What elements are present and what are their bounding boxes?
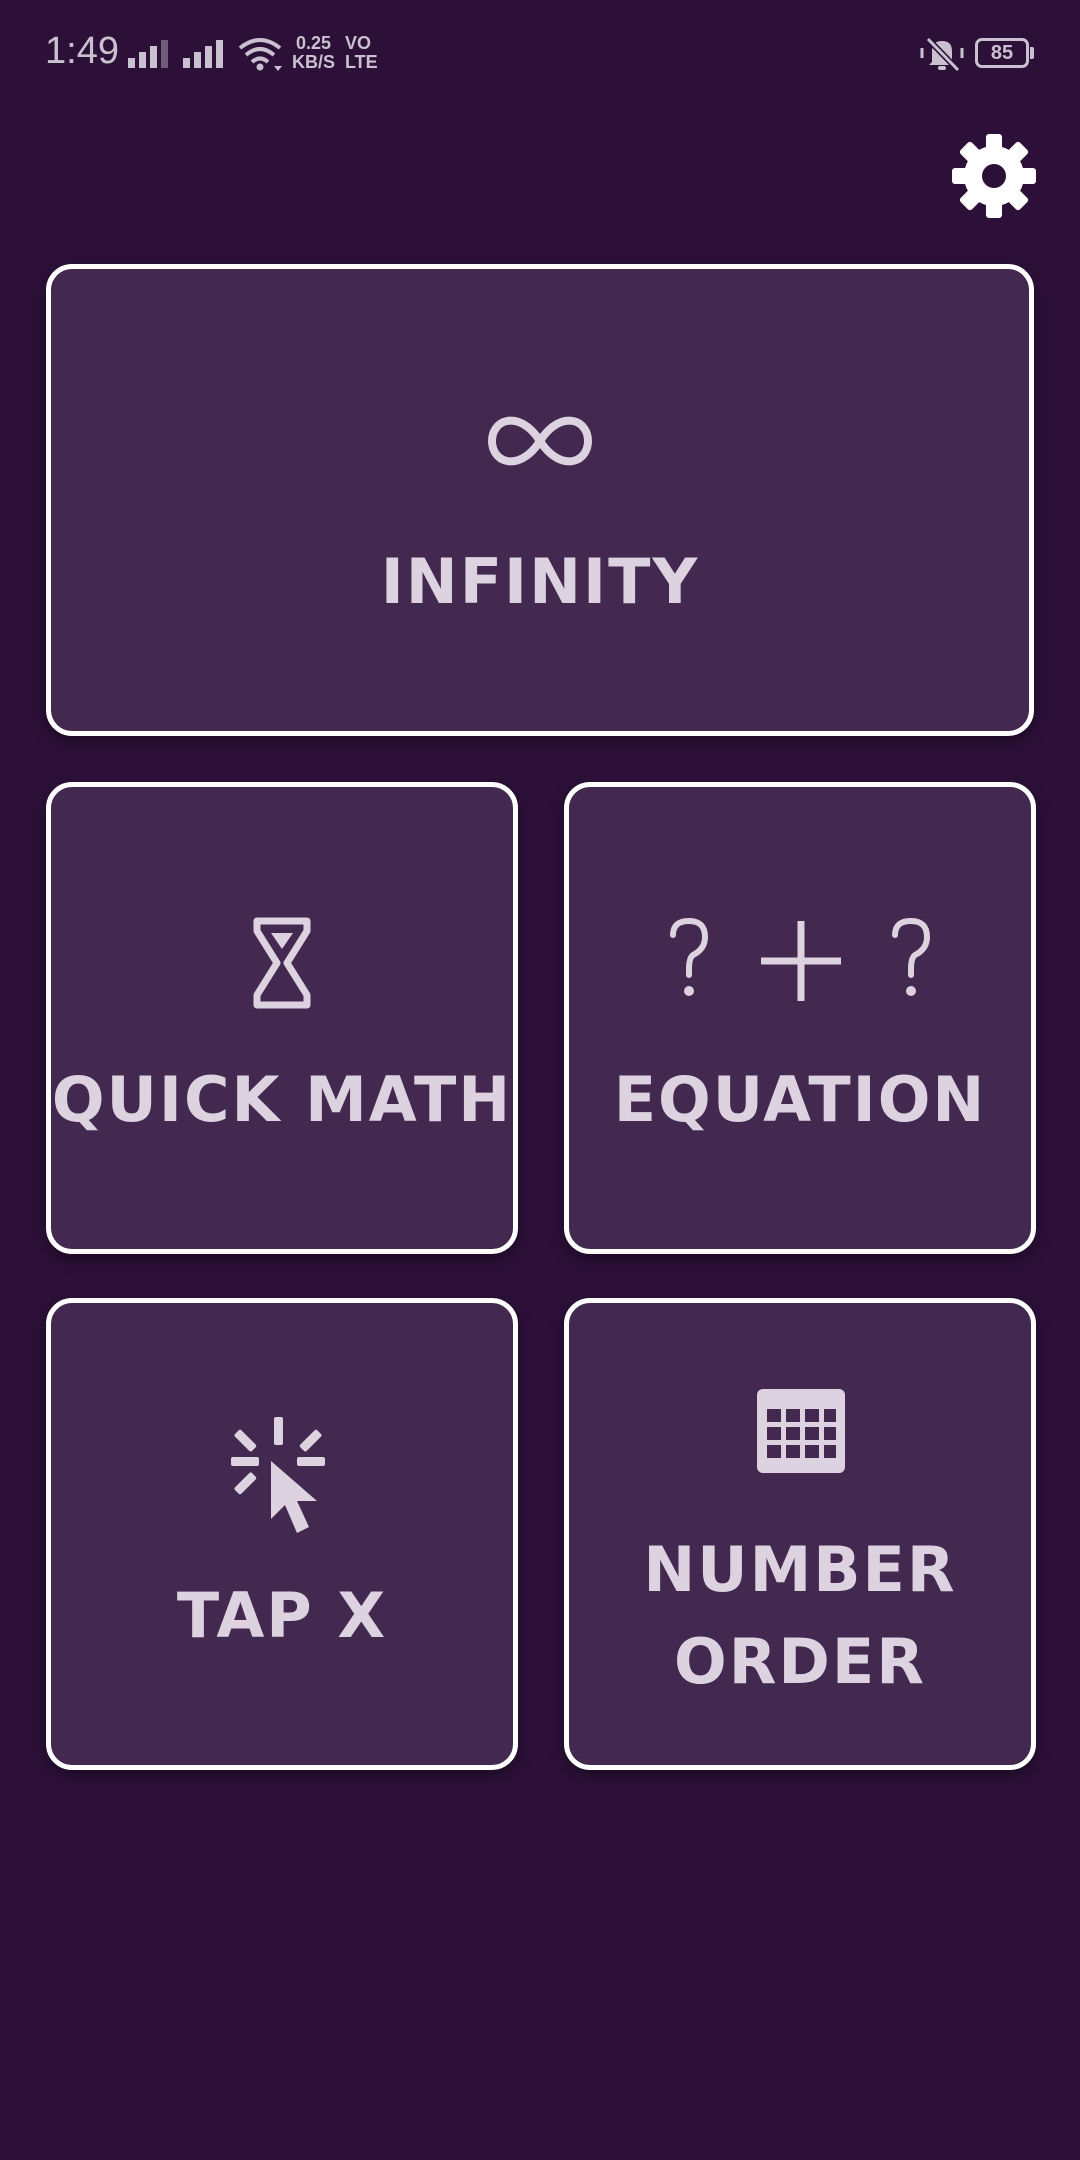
volte-indicator: VO LTE <box>345 34 378 72</box>
number-order-label-line1: NUMBER <box>643 1533 957 1606</box>
wifi-icon <box>238 38 282 71</box>
tap-cursor-icon <box>231 1417 325 1533</box>
mute-icon <box>920 36 964 73</box>
volte-bottom: LTE <box>345 52 378 72</box>
infinity-icon <box>488 416 592 466</box>
volte-top: VO <box>345 33 372 53</box>
tap-x-mode-button[interactable]: TAP X <box>46 1298 518 1770</box>
equation-label: EQUATION <box>613 1063 987 1136</box>
tap-x-label: TAP X <box>176 1579 388 1652</box>
equation-mode-button[interactable]: EQUATION <box>564 782 1036 1254</box>
battery-icon: 85 <box>975 38 1029 68</box>
net-speed-unit: KB/S <box>292 52 336 72</box>
signal-icon <box>128 40 168 68</box>
grid-icon <box>757 1389 845 1473</box>
quick-math-mode-button[interactable]: QUICK MATH <box>46 782 518 1254</box>
status-time: 1:49 <box>45 30 119 72</box>
quick-math-label: QUICK MATH <box>51 1063 513 1136</box>
infinity-label: INFINITY <box>380 545 700 618</box>
gear-icon[interactable] <box>950 132 1038 220</box>
net-speed: 0.25 KB/S <box>292 34 335 72</box>
number-order-mode-button[interactable]: NUMBER ORDER <box>564 1298 1036 1770</box>
battery-tip <box>1030 47 1034 59</box>
infinity-mode-button[interactable]: INFINITY <box>46 264 1034 736</box>
status-bar: 1:49 0.25 KB/S VO LTE 85 <box>0 0 1080 110</box>
hourglass-icon <box>253 917 311 1009</box>
net-speed-value: 0.25 <box>295 33 332 53</box>
number-order-label-line2: ORDER <box>673 1625 926 1698</box>
question-plus-question-icon <box>670 917 931 1001</box>
signal-icon <box>183 40 223 68</box>
